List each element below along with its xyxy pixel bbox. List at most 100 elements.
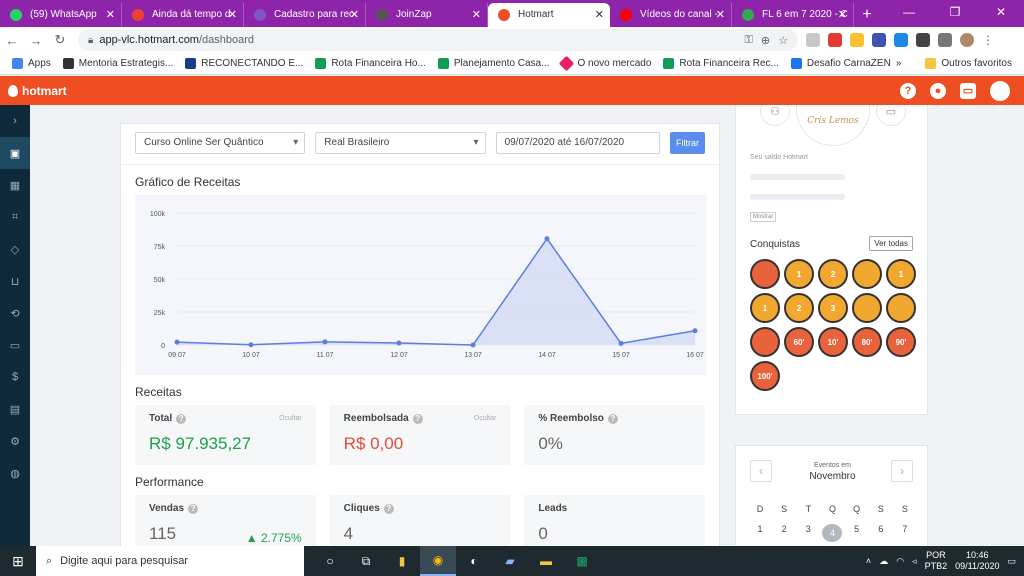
tab-youtube[interactable]: Vídeos do canal - ✕ [610, 3, 732, 27]
help-icon[interactable]: ? [412, 413, 423, 424]
address-bar[interactable]: 🔒︎ app-vlc.hotmart.com/dashboard ⚿ ⊕ ☆ [78, 29, 798, 51]
settings-icon[interactable]: ⚙ [0, 425, 30, 457]
achievement-badge[interactable]: 1 [886, 259, 916, 289]
other-favorites[interactable]: Outros favoritos [925, 58, 1012, 69]
achievement-badge[interactable] [852, 259, 882, 289]
notepad-icon[interactable]: ▰ [492, 546, 528, 576]
achievement-badge[interactable]: 90' [886, 327, 916, 357]
chat-icon[interactable]: ▭ [960, 82, 976, 99]
zoom-icon[interactable]: ⊕ [761, 34, 770, 47]
extension-icon[interactable] [872, 33, 886, 47]
tab-drive[interactable]: FL 6 em 7 2020 - C ✕ [732, 3, 854, 27]
extension-icon[interactable] [894, 33, 908, 47]
hide-link[interactable]: Ocultar [279, 415, 302, 422]
excel-icon[interactable]: ▩ [564, 546, 600, 576]
close-window-icon[interactable]: ✕ [978, 0, 1024, 24]
user-avatar[interactable] [990, 80, 1010, 101]
bookmark-item[interactable]: O novo mercado [559, 55, 651, 72]
bookmark-item[interactable]: Mentoria Estrategis... [62, 58, 173, 69]
close-icon[interactable]: ✕ [472, 3, 481, 27]
filter-button[interactable]: Filtrar [669, 132, 705, 154]
new-tab-button[interactable]: + [854, 3, 880, 27]
paint-icon[interactable]: ◐ [456, 546, 492, 576]
chevron-up-icon[interactable]: ˄ [866, 556, 871, 566]
chart-icon[interactable]: ▤ [0, 393, 30, 425]
extension-icon[interactable] [916, 33, 930, 47]
calendar-day[interactable]: 5 [847, 524, 867, 542]
forward-icon[interactable]: → [24, 33, 48, 48]
achievement-badge[interactable]: 80' [852, 327, 882, 357]
see-all-button[interactable]: Ver todas [869, 236, 913, 251]
calendar-day[interactable]: 4 [822, 524, 843, 542]
cortana-icon[interactable]: ○ [312, 546, 348, 576]
close-icon[interactable]: ✕ [595, 3, 604, 27]
explorer-icon[interactable]: ▬ [528, 546, 564, 576]
help-icon[interactable]: ? [176, 413, 187, 424]
extension-icon[interactable] [850, 33, 864, 47]
show-balance-button[interactable]: Mostrar [750, 212, 777, 222]
achievement-badge[interactable]: 3 [818, 293, 848, 323]
tab-whatsapp[interactable]: (59) WhatsApp ✕ [0, 3, 122, 27]
close-icon[interactable]: ✕ [350, 3, 359, 27]
file-icon[interactable]: ▮ [384, 546, 420, 576]
restore-icon[interactable]: ❐ [932, 0, 978, 24]
achievement-badge[interactable]: 1 [784, 259, 814, 289]
close-icon[interactable]: ✕ [838, 3, 847, 27]
box-icon[interactable]: ◇ [0, 233, 30, 265]
hide-link[interactable]: Ocultar [474, 415, 497, 422]
message-icon[interactable]: ▭ [876, 105, 906, 126]
apps-icon[interactable]: ● [930, 82, 946, 99]
calendar-day[interactable]: 2 [774, 524, 794, 542]
network-icon[interactable]: ◠ [896, 556, 904, 567]
reload-icon[interactable]: ↻ [48, 32, 72, 48]
minimize-icon[interactable]: — [886, 0, 932, 24]
volume-icon[interactable]: ◃ [912, 556, 917, 567]
bookmark-apps[interactable]: Apps [12, 58, 51, 69]
calendar-day[interactable]: 1 [750, 524, 770, 542]
puzzle-icon[interactable] [938, 33, 952, 47]
key-icon[interactable]: ⚿ [745, 34, 753, 47]
bookmark-item[interactable]: Desafio CarnaZEN [790, 58, 891, 69]
next-month-icon[interactable]: › [891, 460, 913, 482]
youtube-extension-icon[interactable] [828, 33, 842, 47]
language-indicator[interactable]: POR PTB2 [925, 550, 948, 572]
dashboard-icon[interactable]: ▣ [0, 137, 30, 169]
bookmark-item[interactable]: Rota Financeira Ho... [315, 58, 426, 69]
achievement-badge[interactable]: 2 [818, 259, 848, 289]
tab-hotmart[interactable]: Hotmart ✕ [488, 3, 610, 27]
achievement-badge[interactable]: 1 [750, 293, 780, 323]
profile-avatar[interactable] [960, 33, 974, 47]
back-icon[interactable]: ← [0, 33, 24, 48]
sync-icon[interactable]: ⟲ [0, 297, 30, 329]
achievement-badge[interactable]: 2 [784, 293, 814, 323]
tab-forms[interactable]: Cadastro para rec ✕ [244, 3, 366, 27]
calendar-day[interactable]: 3 [798, 524, 818, 542]
help-icon[interactable]: ? [383, 503, 394, 514]
tab-joinzap[interactable]: JoinZap ✕ [366, 3, 488, 27]
achievement-badge[interactable] [852, 293, 882, 323]
star-icon[interactable]: ☆ [778, 34, 788, 47]
bookmark-item[interactable]: Rota Financeira Rec... [663, 58, 779, 69]
achievement-badge[interactable] [750, 259, 780, 289]
achievement-badge[interactable]: 60' [784, 327, 814, 357]
hotmart-logo[interactable]: hotmart [8, 84, 67, 98]
calendar-day[interactable]: 6 [871, 524, 891, 542]
close-icon[interactable]: ✕ [106, 3, 115, 27]
achievement-badge[interactable]: 10' [818, 327, 848, 357]
task-view-icon[interactable]: ⧉ [348, 546, 384, 576]
cart-icon[interactable]: ⊔ [0, 265, 30, 297]
close-icon[interactable]: ✕ [716, 3, 725, 27]
more-bookmarks-button[interactable]: » [896, 58, 902, 69]
help-icon[interactable]: ? [188, 503, 199, 514]
date-range-input[interactable]: 09/07/2020 até 16/07/2020 [495, 132, 660, 154]
bookmark-item[interactable]: RECONECTANDO E... [185, 58, 303, 69]
support-icon[interactable]: ◍ [0, 457, 30, 489]
help-icon[interactable]: ? [607, 413, 618, 424]
achievement-badge[interactable] [750, 327, 780, 357]
expand-icon[interactable]: › [0, 105, 30, 137]
clock[interactable]: 10:46 09/11/2020 [955, 550, 999, 572]
onedrive-icon[interactable]: ☁ [879, 556, 888, 567]
calendar-day[interactable]: 7 [895, 524, 915, 542]
chat-bubble-icon[interactable]: ▭ [0, 329, 30, 361]
achievement-badge[interactable] [886, 293, 916, 323]
